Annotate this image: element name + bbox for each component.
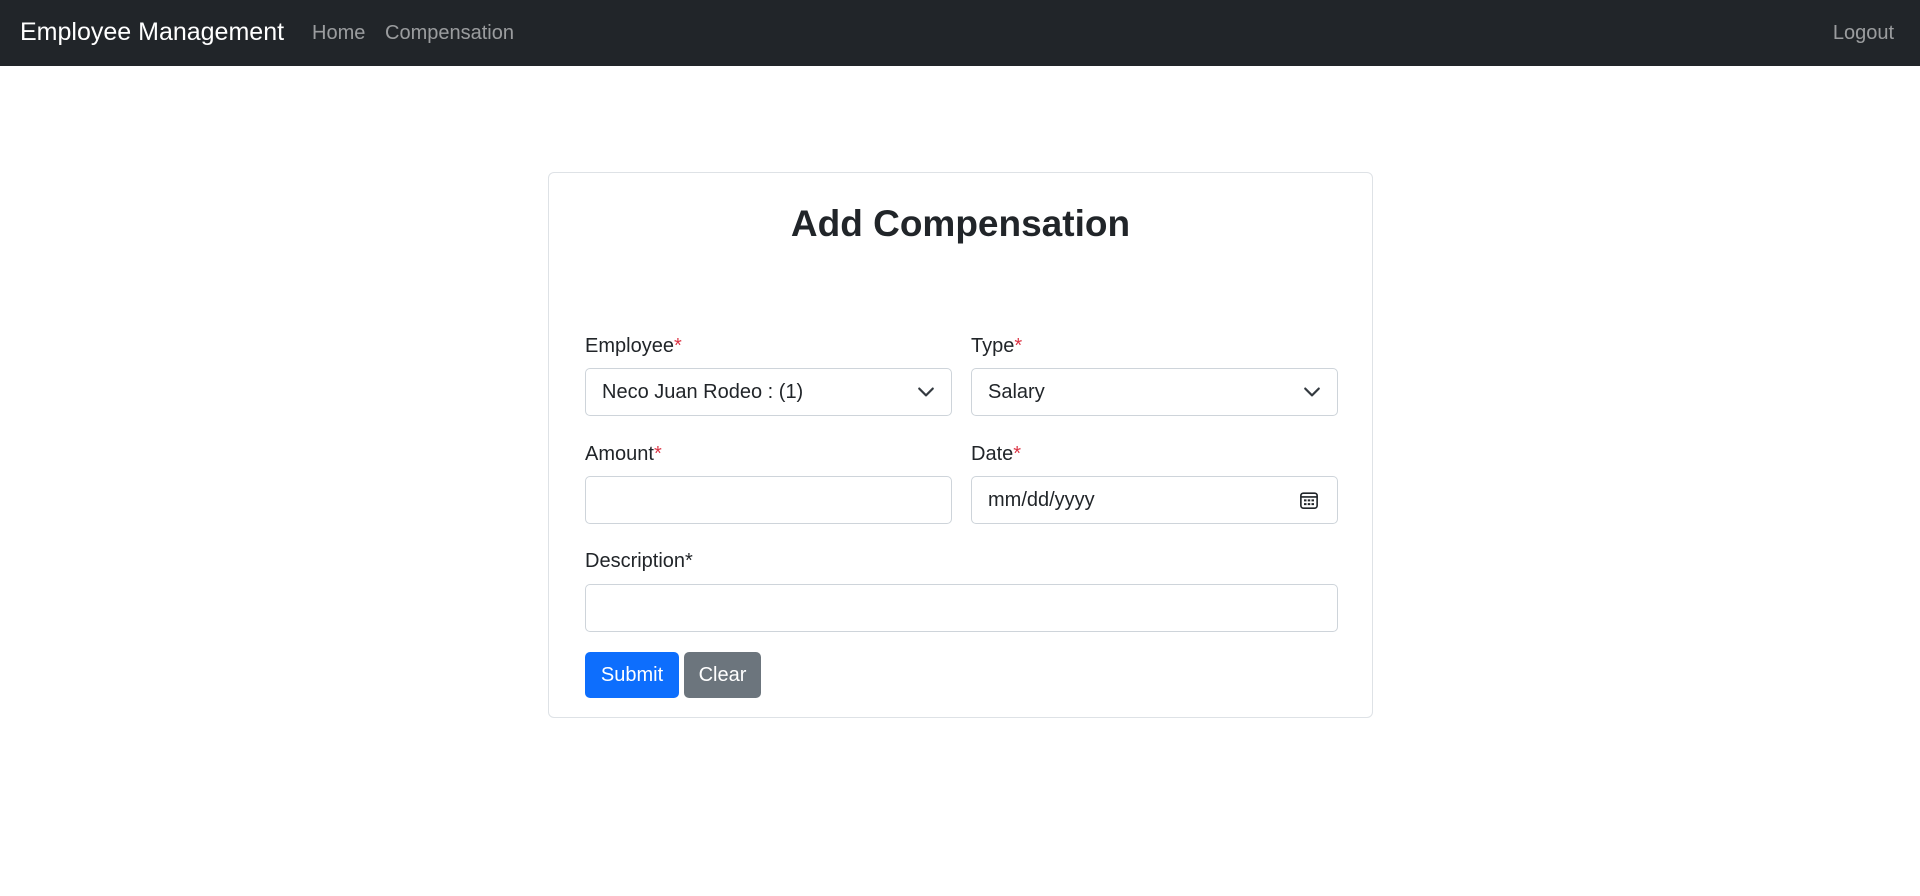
employee-selected-value: Neco Juan Rodeo : (1) <box>602 381 804 403</box>
chevron-down-icon <box>1304 387 1320 397</box>
amount-input[interactable] <box>585 476 952 524</box>
date-label: Date* <box>971 441 1021 467</box>
clear-button[interactable]: Clear <box>684 652 761 698</box>
top-navbar: Employee Management Home Compensation Lo… <box>0 0 1920 66</box>
brand-title[interactable]: Employee Management <box>20 15 284 49</box>
nav-link-logout[interactable]: Logout <box>1833 20 1894 46</box>
employee-select[interactable]: Neco Juan Rodeo : (1) <box>585 368 952 416</box>
required-mark: * <box>1014 335 1023 357</box>
chevron-down-icon <box>918 387 934 397</box>
calendar-icon[interactable] <box>1299 490 1319 510</box>
amount-label-text: Amount <box>585 443 654 465</box>
description-label: Description* <box>585 550 693 572</box>
add-compensation-card: Add Compensation Employee* Neco Juan Rod… <box>548 172 1373 718</box>
type-label-text: Type <box>971 335 1015 357</box>
required-mark: * <box>653 443 662 465</box>
employee-label-text: Employee <box>585 335 674 357</box>
nav-link-home[interactable]: Home <box>312 20 365 46</box>
submit-button[interactable]: Submit <box>585 652 679 698</box>
type-selected-value: Salary <box>988 381 1045 403</box>
date-label-text: Date <box>971 443 1014 465</box>
type-select[interactable]: Salary <box>971 368 1338 416</box>
type-label: Type* <box>971 333 1022 359</box>
date-placeholder: mm/dd/yyyy <box>988 489 1095 511</box>
required-mark: * <box>1013 443 1022 465</box>
nav-link-compensation[interactable]: Compensation <box>385 20 514 46</box>
page-title: Add Compensation <box>790 203 1131 244</box>
amount-label: Amount* <box>585 441 662 467</box>
required-mark: * <box>673 335 682 357</box>
employee-label: Employee* <box>585 333 682 359</box>
description-input[interactable] <box>585 584 1338 632</box>
date-input[interactable]: mm/dd/yyyy <box>971 476 1338 524</box>
